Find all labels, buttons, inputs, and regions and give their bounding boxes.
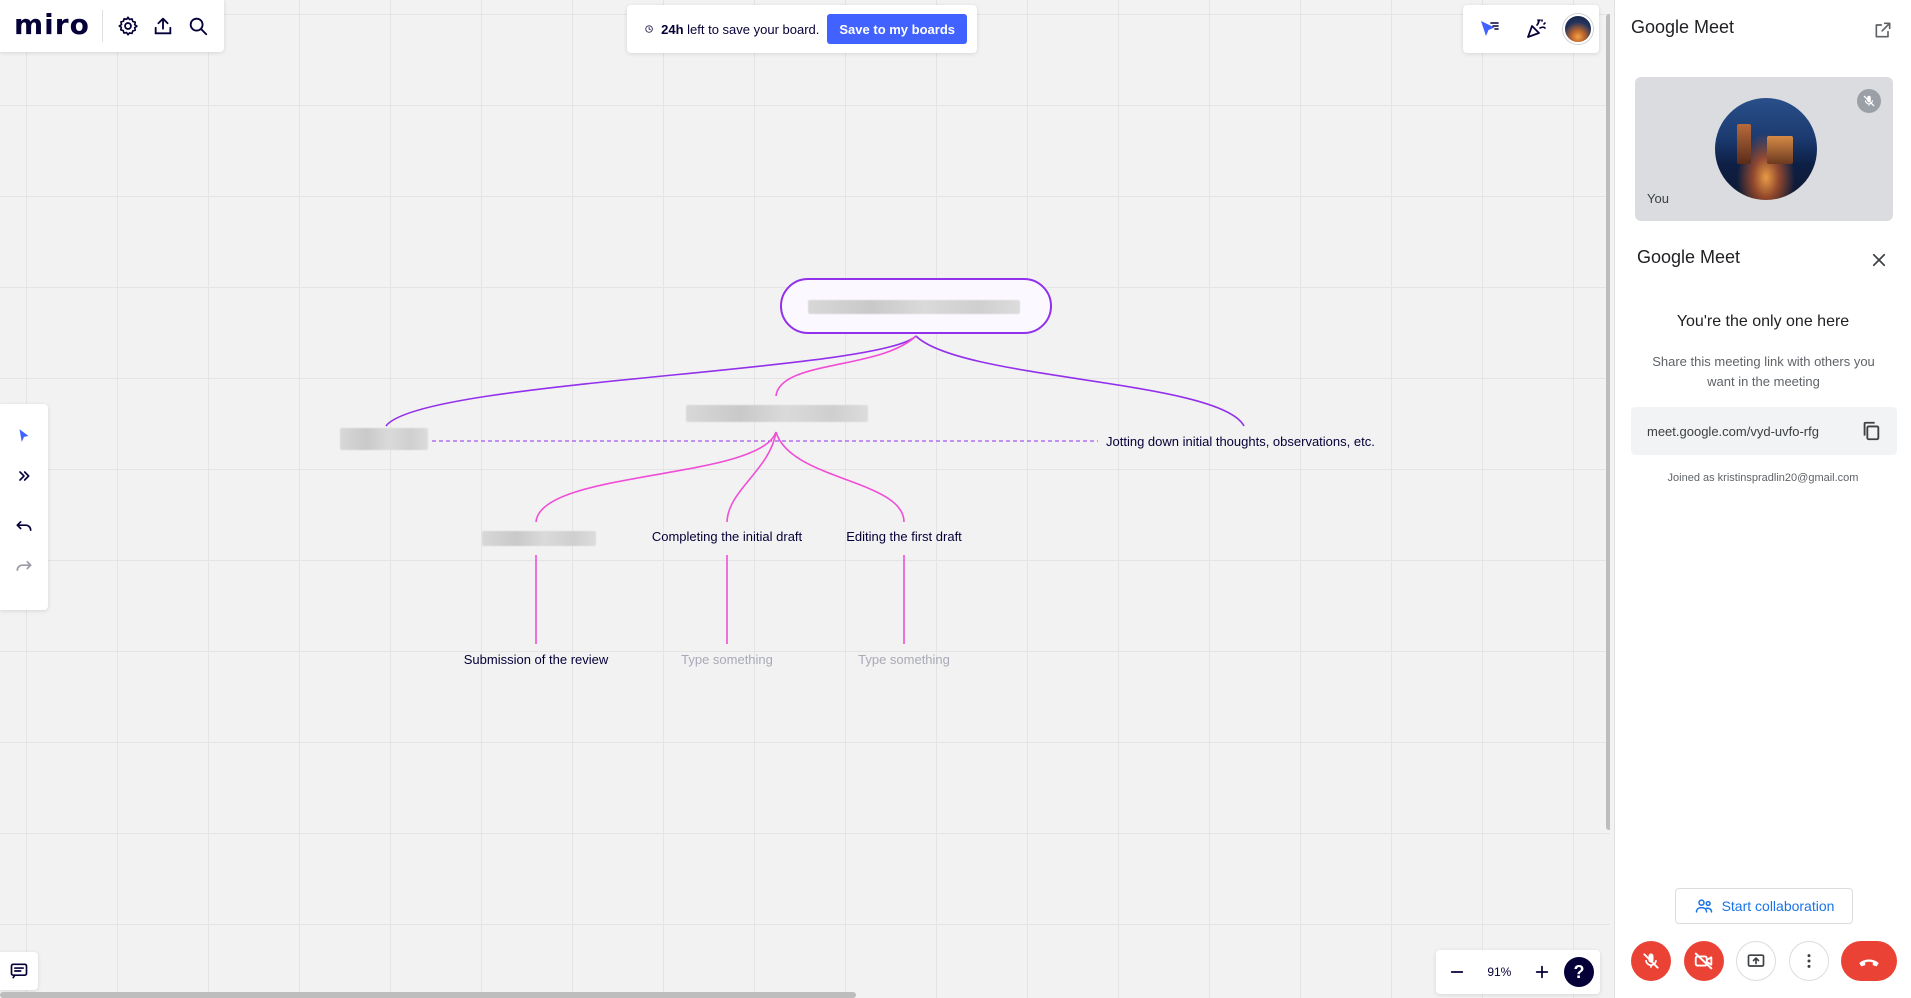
open-in-new-window-button[interactable] bbox=[1871, 18, 1895, 42]
cursor-arrow-icon bbox=[19, 429, 29, 442]
meeting-link-box: meet.google.com/vyd-uvfo-rfg bbox=[1631, 407, 1897, 455]
toolbar-divider bbox=[24, 496, 25, 506]
meet-panel-title: Google Meet bbox=[1631, 17, 1735, 37]
close-icon bbox=[1872, 253, 1886, 267]
copy-link-button[interactable] bbox=[1859, 419, 1883, 443]
mic-off-icon bbox=[1863, 95, 1875, 107]
toggle-camera-button[interactable] bbox=[1683, 941, 1724, 981]
board-comments-toggle[interactable] bbox=[0, 952, 38, 990]
celebrate-button[interactable] bbox=[1516, 9, 1556, 49]
mindmap-branch-center-redacted[interactable] bbox=[686, 405, 868, 422]
meet-info-title: Google Meet bbox=[1637, 247, 1741, 267]
redo-button[interactable] bbox=[4, 546, 44, 586]
present-screen-icon bbox=[1747, 954, 1765, 967]
mindmap-connectors bbox=[385, 335, 1245, 644]
miro-board-canvas[interactable]: Jotting down initial thoughts, observati… bbox=[0, 0, 1610, 998]
miro-logo[interactable]: miro bbox=[14, 10, 103, 42]
save-timer-text: 24h left to save your board. bbox=[661, 22, 819, 37]
user-avatar[interactable] bbox=[1563, 14, 1593, 44]
mindmap-child-3[interactable]: Editing the first draft bbox=[846, 529, 962, 544]
more-tools-button[interactable] bbox=[4, 456, 44, 496]
self-label: You bbox=[1647, 191, 1669, 206]
present-screen-button[interactable] bbox=[1736, 941, 1776, 981]
joined-as-text: Joined as kristinspradlin20@gmail.com bbox=[1667, 472, 1859, 484]
mindmap-branch-left-redacted[interactable] bbox=[340, 428, 428, 450]
copy-icon bbox=[1863, 421, 1880, 441]
mindmap-child-1-redacted[interactable] bbox=[482, 531, 596, 546]
share-instructions: Share this meeting link with others you … bbox=[1652, 354, 1875, 389]
mindmap-leaf-2-placeholder[interactable]: Type something bbox=[681, 652, 773, 667]
plus-icon bbox=[1535, 965, 1548, 979]
vertical-scrollbar[interactable] bbox=[1606, 14, 1610, 830]
zoom-level[interactable]: 91% bbox=[1479, 965, 1519, 979]
double-chevron-right-icon bbox=[19, 471, 30, 481]
undo-button[interactable] bbox=[4, 506, 44, 546]
self-avatar bbox=[1715, 98, 1817, 200]
meet-call-controls bbox=[1631, 940, 1897, 982]
undo-icon bbox=[16, 521, 32, 531]
search-icon bbox=[190, 17, 208, 36]
top-left-toolbar: miro bbox=[0, 0, 224, 52]
camera-off-icon bbox=[1694, 952, 1712, 970]
mindmap-root-node[interactable] bbox=[780, 278, 1052, 334]
start-collaboration-button[interactable]: Start collaboration bbox=[1675, 888, 1853, 924]
more-options-button[interactable] bbox=[1788, 941, 1829, 981]
close-meet-info-button[interactable] bbox=[1867, 248, 1891, 272]
muted-badge bbox=[1857, 89, 1881, 113]
mindmap-branch-right[interactable]: Jotting down initial thoughts, observati… bbox=[1106, 434, 1375, 449]
clock-icon bbox=[645, 25, 653, 33]
settings-button[interactable] bbox=[111, 6, 146, 46]
save-timer-message: left to save your board. bbox=[683, 21, 820, 37]
redacted-text bbox=[808, 300, 1020, 314]
save-board-banner: 24h left to save your board. Save to my … bbox=[627, 5, 977, 53]
self-video-tile: You bbox=[1635, 77, 1893, 221]
cursor-flag-icon bbox=[1481, 21, 1499, 36]
help-button[interactable]: ? bbox=[1563, 957, 1594, 987]
alone-message: You're the only one here bbox=[1676, 313, 1850, 330]
comment-list-icon bbox=[10, 963, 28, 979]
toggle-microphone-button[interactable] bbox=[1631, 941, 1671, 981]
top-right-toolbar bbox=[1463, 5, 1599, 53]
people-icon bbox=[1695, 899, 1712, 913]
zoom-controls: 91% ? bbox=[1436, 950, 1600, 994]
upload-icon bbox=[155, 17, 172, 35]
save-timer-hours: 24h bbox=[661, 21, 684, 37]
party-popper-icon bbox=[1527, 19, 1546, 38]
mindmap-child-2[interactable]: Completing the initial draft bbox=[652, 529, 802, 544]
meeting-link[interactable]: meet.google.com/vyd-uvfo-rfg bbox=[1647, 424, 1819, 439]
zoom-out-button[interactable] bbox=[1442, 952, 1472, 992]
minus-icon bbox=[1450, 971, 1464, 973]
start-collaboration-label: Start collaboration bbox=[1721, 898, 1835, 914]
mindmap-leaf-3-placeholder[interactable]: Type something bbox=[858, 652, 950, 667]
leave-call-button[interactable] bbox=[1841, 941, 1897, 981]
zoom-in-button[interactable] bbox=[1527, 952, 1557, 992]
left-toolbar bbox=[0, 404, 48, 610]
google-meet-panel: Google Meet You Google Meet You're the o… bbox=[1614, 0, 1911, 998]
hang-up-icon bbox=[1859, 959, 1879, 967]
redo-icon bbox=[16, 561, 32, 571]
more-vertical-icon bbox=[1807, 954, 1810, 968]
search-button[interactable] bbox=[181, 6, 216, 46]
open-external-icon bbox=[1875, 22, 1891, 38]
mindmap-leaf-1[interactable]: Submission of the review bbox=[464, 652, 609, 667]
save-to-my-boards-button[interactable]: Save to my boards bbox=[827, 14, 967, 44]
bring-to-me-button[interactable] bbox=[1469, 9, 1509, 49]
mic-off-icon bbox=[1643, 953, 1659, 969]
gear-icon bbox=[118, 16, 139, 36]
select-tool-button[interactable] bbox=[4, 416, 44, 456]
horizontal-scrollbar[interactable] bbox=[0, 992, 856, 998]
export-button[interactable] bbox=[146, 6, 181, 46]
